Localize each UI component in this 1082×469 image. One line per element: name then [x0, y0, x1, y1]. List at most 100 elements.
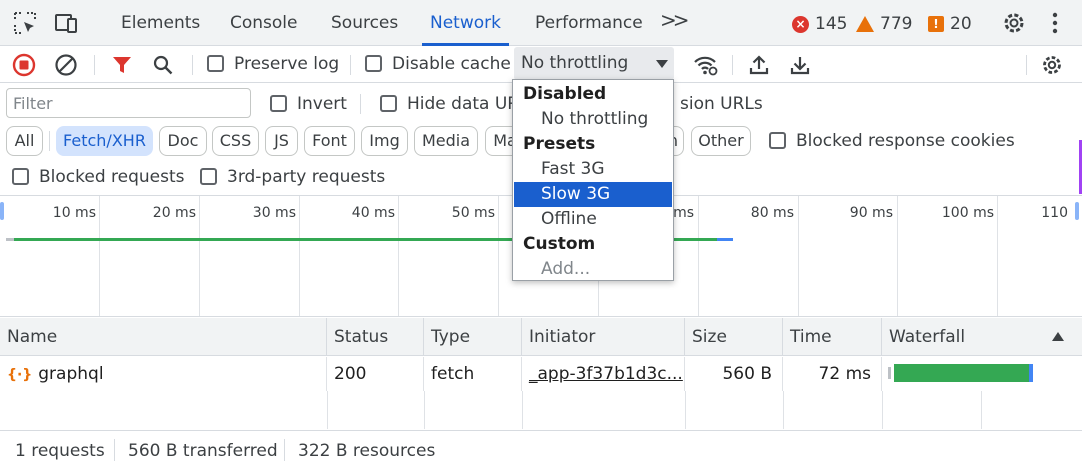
status-resources: 322 B resources	[298, 441, 436, 461]
menu-item-offline[interactable]: Offline	[514, 207, 672, 232]
inspect-element-icon[interactable]	[12, 10, 38, 36]
tab-sources[interactable]: Sources	[331, 0, 398, 46]
menu-item-no-throttling[interactable]: No throttling	[514, 107, 672, 132]
column-header-type[interactable]: Type	[424, 318, 522, 356]
menu-group-custom: Custom	[523, 234, 596, 254]
issues-count[interactable]: ! 20	[928, 12, 972, 36]
menu-item-add-custom[interactable]: Add...	[514, 257, 672, 282]
more-tabs-chevron-icon[interactable]: >>	[660, 8, 689, 32]
timeline-gridline	[398, 196, 399, 316]
overview-left-handle[interactable]	[0, 202, 4, 220]
blocked-requests-checkbox[interactable]	[12, 168, 29, 185]
devtools-tab-bar: Elements Console Sources Network Perform…	[0, 0, 1082, 46]
column-divider	[327, 391, 328, 429]
warning-icon	[856, 16, 874, 32]
chevron-down-icon	[656, 60, 668, 68]
column-header-initiator[interactable]: Initiator	[522, 318, 685, 356]
chip-media[interactable]: Media	[414, 126, 478, 156]
timeline-gridline	[897, 196, 898, 316]
network-conditions-wifi-icon[interactable]	[691, 51, 719, 79]
status-transferred: 560 B transferred	[128, 441, 278, 461]
search-icon[interactable]	[149, 51, 177, 79]
import-har-upload-icon[interactable]	[745, 51, 773, 79]
chip-js[interactable]: JS	[265, 126, 298, 156]
toolbar-divider	[94, 55, 95, 75]
toolbar-divider	[1026, 55, 1027, 75]
disable-cache-checkbox[interactable]	[365, 55, 382, 72]
stop-recording-icon[interactable]	[10, 51, 38, 79]
column-header-name[interactable]: Name	[0, 318, 327, 356]
toolbar-divider	[192, 55, 193, 75]
status-requests-count: 1 requests	[15, 441, 105, 461]
timeline-gridline	[299, 196, 300, 316]
chip-img[interactable]: Img	[361, 126, 408, 156]
invert-label: Invert	[297, 94, 347, 114]
timeline-tick-label: 110	[1041, 205, 1068, 221]
network-toolbar: Preserve log Disable cache No throttling	[0, 46, 1082, 83]
request-time-cell: 72 ms	[783, 357, 882, 391]
issues-count-value: 20	[950, 14, 972, 34]
blocked-response-cookies-checkbox[interactable]	[769, 132, 786, 149]
menu-item-fast-3g[interactable]: Fast 3G	[514, 157, 672, 182]
column-header-status[interactable]: Status	[327, 318, 424, 356]
throttling-dropdown-menu: Disabled No throttling Presets Fast 3G S…	[512, 79, 674, 281]
more-options-kebab-icon[interactable]	[1042, 10, 1068, 36]
column-divider	[522, 391, 523, 429]
timeline-gridline	[498, 196, 499, 316]
toolbar-divider	[732, 55, 733, 75]
tab-elements[interactable]: Elements	[121, 0, 200, 46]
preserve-log-checkbox[interactable]	[207, 55, 224, 72]
chip-other[interactable]: Other	[691, 126, 751, 156]
timeline-gridline	[199, 196, 200, 316]
error-count-value: 145	[815, 14, 848, 34]
third-party-requests-label: 3rd-party requests	[227, 167, 386, 187]
tab-console[interactable]: Console	[230, 0, 298, 46]
fetch-request-icon: {·}	[7, 367, 33, 383]
timeline-tick-label: 10 ms	[52, 205, 96, 221]
tab-performance[interactable]: Performance	[535, 0, 643, 46]
throttling-select[interactable]: No throttling	[514, 47, 674, 80]
device-toolbar-icon[interactable]	[53, 10, 79, 36]
column-divider	[424, 391, 425, 429]
timeline-tick-label: 30 ms	[252, 205, 296, 221]
hide-data-urls-label: Hide data UR	[407, 94, 520, 114]
menu-item-slow-3g[interactable]: Slow 3G	[514, 182, 672, 207]
chip-css[interactable]: CSS	[212, 126, 259, 156]
tab-network[interactable]: Network	[422, 0, 509, 46]
chip-divider	[49, 131, 50, 151]
third-party-requests-checkbox[interactable]	[200, 168, 217, 185]
request-initiator-link[interactable]: _app-3f37b1d3c...	[522, 357, 685, 391]
request-name-cell: {·} graphql	[0, 357, 327, 391]
column-divider	[882, 391, 883, 429]
throttling-value: No throttling	[521, 53, 629, 73]
timeline-tick-label: 90 ms	[849, 205, 893, 221]
chip-doc[interactable]: Doc	[159, 126, 207, 156]
warning-count[interactable]: 779	[856, 12, 912, 36]
column-header-time[interactable]: Time	[783, 318, 882, 356]
column-divider	[685, 391, 686, 429]
chip-fetch-xhr[interactable]: Fetch/XHR	[56, 126, 153, 156]
status-divider	[284, 439, 285, 461]
hide-extension-urls-label: sion URLs	[680, 94, 763, 114]
settings-gear-icon[interactable]	[1001, 10, 1027, 36]
filter-input[interactable]	[6, 88, 251, 118]
hide-data-urls-checkbox[interactable]	[380, 95, 397, 112]
timeline-gridline	[997, 196, 998, 316]
menu-group-presets: Presets	[523, 134, 596, 154]
chip-all[interactable]: All	[6, 126, 43, 156]
export-har-download-icon[interactable]	[786, 51, 814, 79]
timeline-gridline	[698, 196, 699, 316]
error-count[interactable]: × 145	[792, 12, 847, 36]
timeline-tick-label: 80 ms	[750, 205, 794, 221]
chip-font[interactable]: Font	[304, 126, 355, 156]
sort-ascending-icon[interactable]	[1052, 332, 1064, 341]
overview-right-handle[interactable]	[1075, 202, 1079, 220]
filter-funnel-icon[interactable]	[108, 51, 136, 79]
network-settings-gear-icon[interactable]	[1038, 51, 1066, 79]
network-status-bar: 1 requests 560 B transferred 322 B resou…	[0, 430, 1082, 469]
invert-checkbox[interactable]	[270, 95, 287, 112]
clear-log-icon[interactable]	[52, 51, 80, 79]
timeline-tick-label: 20 ms	[152, 205, 196, 221]
column-header-size[interactable]: Size	[685, 318, 783, 356]
warning-count-value: 779	[880, 14, 913, 34]
